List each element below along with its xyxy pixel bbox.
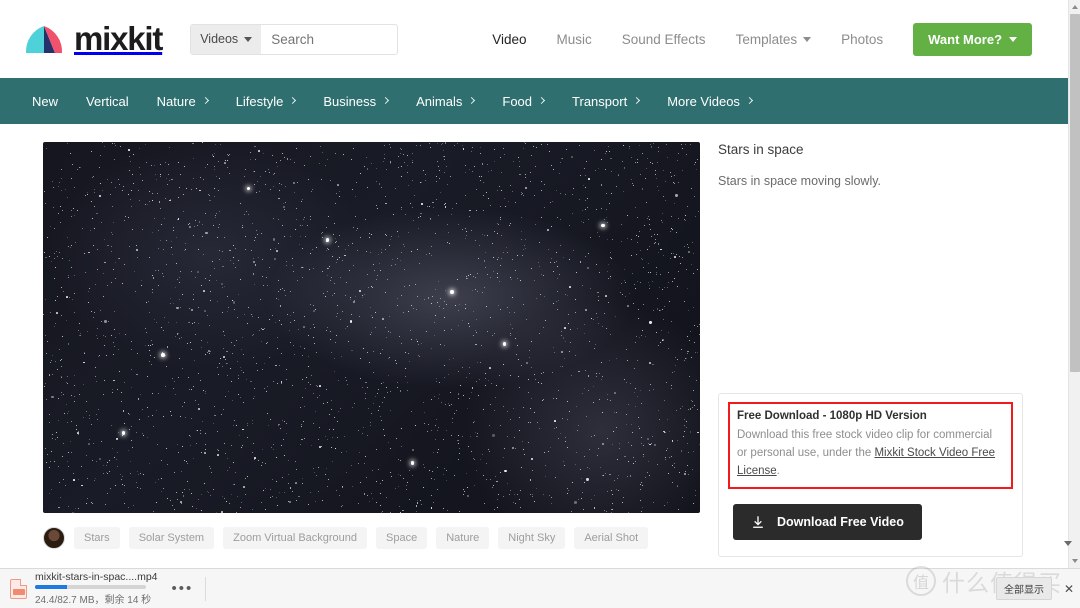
avatar[interactable]	[43, 527, 65, 549]
nav-label: Music	[556, 31, 592, 47]
watermark-badge: 值	[906, 566, 936, 596]
mixkit-logo-mark	[24, 24, 68, 54]
nav-label: Video	[492, 31, 527, 47]
download-options-button[interactable]: •••	[172, 581, 194, 596]
category-label: More Videos	[667, 93, 740, 109]
category-more-videos[interactable]: More Videos	[667, 93, 753, 109]
category-food[interactable]: Food	[502, 93, 546, 109]
tag-space[interactable]: Space	[376, 527, 428, 549]
download-shelf: mixkit-stars-in-spac....mp4 24.4/82.7 MB…	[0, 541, 1080, 608]
details-column: Stars in space Stars in space moving slo…	[700, 142, 1030, 558]
shelf-caret-icon	[1064, 541, 1072, 546]
category-transport[interactable]: Transport	[572, 93, 641, 109]
scroll-up-icon[interactable]	[1072, 5, 1078, 9]
video-title: Stars in space	[718, 142, 804, 157]
category-label: Business	[323, 93, 377, 109]
starfield-graphic	[43, 142, 700, 513]
download-item[interactable]: mixkit-stars-in-spac....mp4 24.4/82.7 MB…	[35, 571, 158, 606]
download-status: 24.4/82.7 MB，剩余 14 秒	[35, 595, 152, 606]
mixkit-logo[interactable]: mixkit	[24, 20, 163, 57]
nav-item-sound-effects[interactable]: Sound Effects	[622, 32, 706, 47]
nav-item-templates[interactable]: Templates	[736, 32, 812, 47]
category-lifestyle[interactable]: Lifestyle	[235, 93, 297, 109]
site-header: mixkit Videos Video	[0, 0, 1068, 78]
primary-nav: Video Music Sound Effects Templates Phot…	[492, 22, 1033, 56]
download-desc-period: .	[776, 464, 780, 477]
tag-aerial-shot[interactable]: Aerial Shot	[574, 527, 649, 549]
category-label: Lifestyle	[235, 93, 284, 109]
category-label: Animals	[416, 93, 463, 109]
category-label: Nature	[156, 93, 196, 109]
tag-night-sky[interactable]: Night Sky	[498, 527, 566, 549]
chevron-right-icon	[201, 96, 209, 105]
page-scrollbar[interactable]	[1068, 0, 1080, 568]
download-button-label: Download Free Video	[777, 515, 904, 530]
download-filename: mixkit-stars-in-spac....mp4	[35, 571, 158, 583]
category-nature[interactable]: Nature	[156, 93, 209, 109]
chevron-down-icon	[803, 36, 812, 42]
mixkit-logo-text: mixkit	[74, 20, 163, 57]
shelf-divider	[205, 576, 207, 601]
want-more-button[interactable]: Want More?	[913, 22, 1033, 56]
video-column: Stars Solar System Zoom Virtual Backgrou…	[0, 142, 700, 557]
scrollbar-thumb[interactable]	[1070, 14, 1080, 372]
nav-label: Templates	[735, 31, 798, 47]
category-label: Food	[502, 93, 533, 109]
chevron-right-icon	[468, 96, 476, 105]
search-category-dropdown[interactable]: Videos	[191, 24, 262, 54]
category-vertical[interactable]: Vertical	[86, 94, 129, 109]
show-all-downloads-button[interactable]: 全部显示	[996, 577, 1052, 600]
search-category-label: Videos	[200, 32, 239, 46]
nav-item-photos[interactable]: Photos	[841, 32, 883, 47]
tag-stars[interactable]: Stars	[74, 527, 120, 549]
chevron-right-icon	[537, 96, 546, 105]
nav-item-music[interactable]: Music	[556, 32, 591, 47]
category-nav: New Vertical Nature Lifestyle Business A…	[0, 78, 1068, 124]
category-label: New	[32, 93, 59, 109]
search-bar[interactable]: Videos	[190, 23, 399, 55]
scroll-down-icon[interactable]	[1072, 559, 1078, 563]
search-input[interactable]	[261, 31, 398, 47]
download-icon	[753, 516, 763, 529]
chevron-down-icon	[1009, 36, 1018, 42]
browser-window: mixkit Videos Video	[0, 0, 1080, 608]
nav-label: Sound Effects	[621, 31, 706, 47]
tag-solar-system[interactable]: Solar System	[128, 527, 215, 549]
video-player[interactable]	[43, 142, 700, 513]
download-highlight-box: Free Download - 1080p HD Version Downloa…	[728, 402, 1013, 490]
logo-shape-icon	[25, 26, 63, 53]
nav-label: Photos	[841, 31, 884, 47]
chevron-right-icon	[289, 96, 297, 105]
main-content: Stars Solar System Zoom Virtual Backgrou…	[0, 124, 1068, 558]
category-animals[interactable]: Animals	[416, 93, 476, 109]
category-business[interactable]: Business	[323, 93, 390, 109]
download-free-video-button[interactable]: Download Free Video	[733, 504, 922, 541]
chevron-right-icon	[745, 96, 753, 105]
category-label: Vertical	[86, 93, 129, 109]
download-description: Download this free stock video clip for …	[737, 427, 1004, 480]
chevron-right-icon	[633, 96, 641, 105]
want-more-label: Want More?	[928, 31, 1003, 47]
download-card: Free Download - 1080p HD Version Downloa…	[718, 393, 1023, 558]
tag-list: Stars Solar System Zoom Virtual Backgrou…	[43, 527, 700, 549]
category-new[interactable]: New	[32, 94, 58, 109]
chevron-right-icon	[382, 96, 390, 105]
video-description: Stars in space moving slowly.	[718, 174, 882, 188]
chevron-down-icon	[244, 36, 253, 42]
download-progress-bar	[35, 585, 146, 589]
close-icon[interactable]: ✕	[1064, 583, 1074, 595]
page-scroll-area: mixkit Videos Video	[0, 0, 1068, 568]
download-heading: Free Download - 1080p HD Version	[737, 410, 927, 422]
category-label: Transport	[572, 93, 628, 109]
download-progress-fill	[35, 585, 68, 589]
tag-nature[interactable]: Nature	[436, 527, 490, 549]
nav-item-video[interactable]: Video	[492, 32, 526, 47]
tag-zoom-virtual-background[interactable]: Zoom Virtual Background	[223, 527, 368, 549]
mp4-file-icon	[10, 578, 27, 599]
